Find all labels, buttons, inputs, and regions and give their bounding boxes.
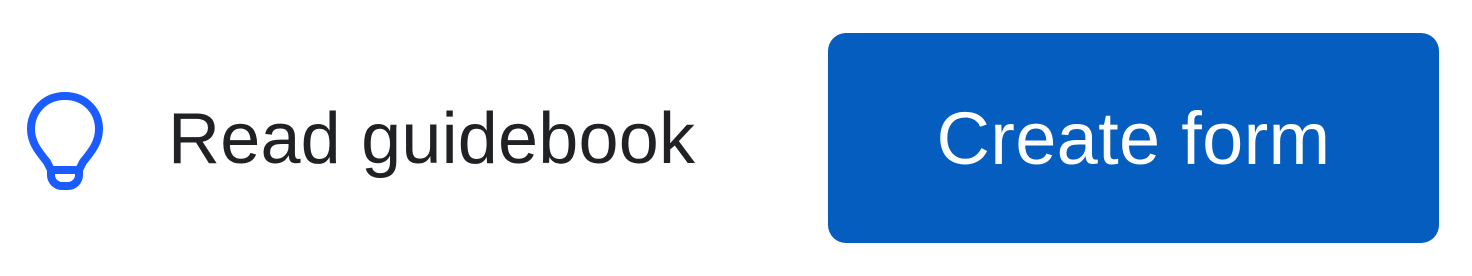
lightbulb-icon <box>27 92 103 190</box>
create-form-button[interactable]: Create form <box>828 33 1439 243</box>
read-guidebook-link[interactable]: Read guidebook <box>22 88 695 190</box>
read-guidebook-label: Read guidebook <box>168 99 696 179</box>
action-bar: Read guidebook Create form <box>0 0 1472 276</box>
